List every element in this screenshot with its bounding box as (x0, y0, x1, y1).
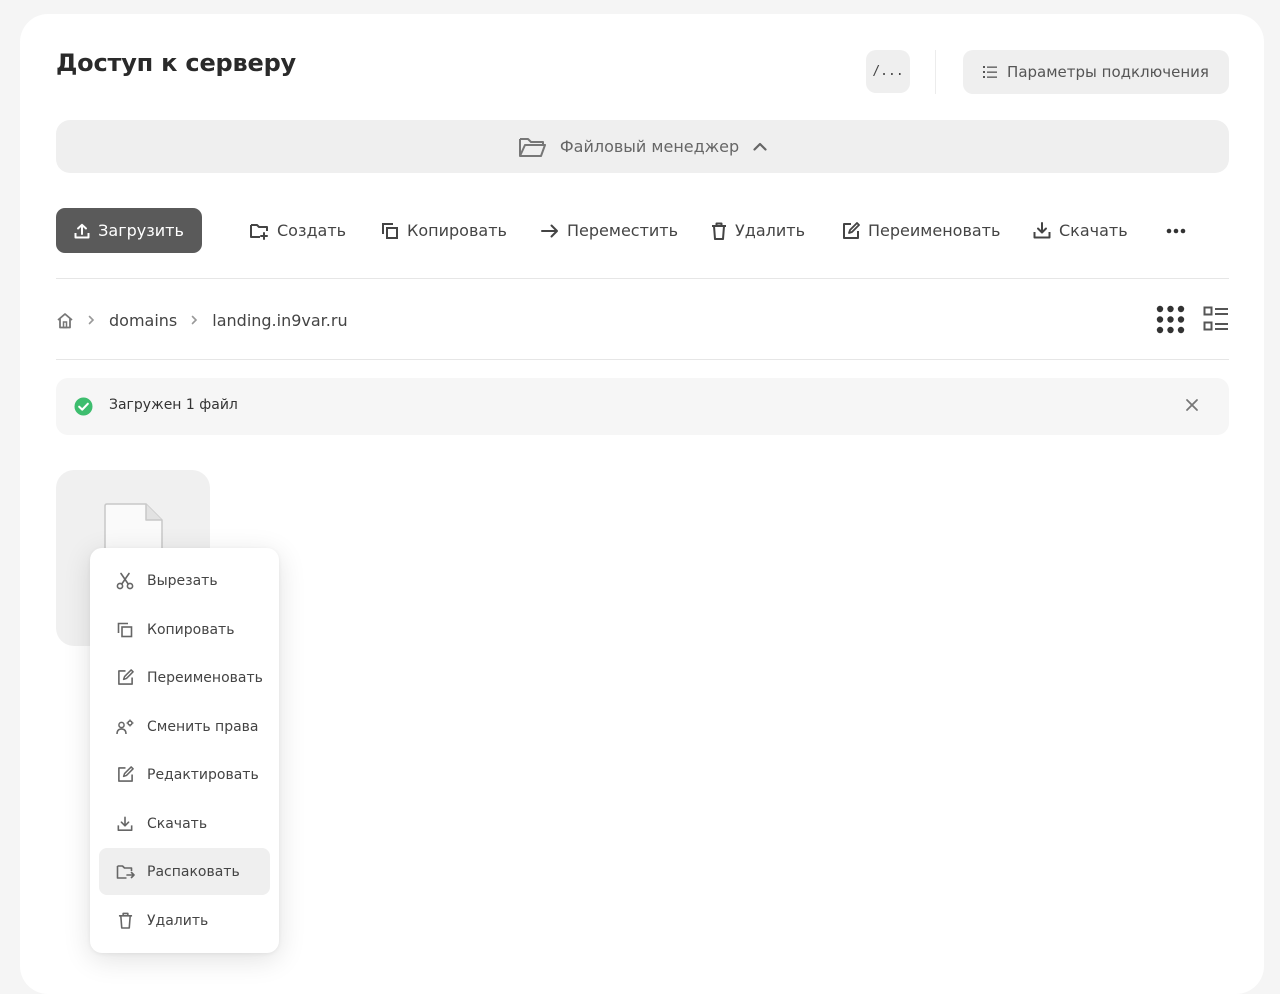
trash-icon (115, 911, 135, 931)
new-folder-icon (249, 222, 269, 240)
upload-notice: Загружен 1 файл (56, 378, 1229, 435)
more-button[interactable] (1164, 208, 1188, 253)
create-button[interactable]: Создать (249, 208, 346, 253)
menu-item-copy[interactable]: Копировать (99, 606, 270, 653)
breadcrumb-divider (56, 359, 1229, 360)
close-icon[interactable] (1185, 398, 1199, 412)
menu-item-label: Распаковать (147, 863, 240, 880)
folder-open-icon (518, 136, 546, 158)
context-menu: Вырезать Копировать Переименовать Сменит… (90, 548, 279, 953)
breadcrumb-item-domains[interactable]: domains (109, 311, 177, 330)
menu-item-edit[interactable]: Редактировать (99, 751, 270, 798)
create-label: Создать (277, 221, 347, 240)
terminal-icon: /... (872, 64, 904, 79)
rename-label: Переименовать (868, 221, 1001, 240)
breadcrumb-item-current[interactable]: landing.in9var.ru (212, 311, 347, 330)
breadcrumb: domains landing.in9var.ru (56, 305, 348, 335)
upload-icon (74, 223, 90, 239)
menu-item-cut[interactable]: Вырезать (99, 557, 270, 604)
grid-dots-icon (1156, 305, 1185, 334)
list-view-button[interactable] (1203, 306, 1229, 332)
file-toolbar: Загрузить Создать Копировать Переместить… (56, 208, 1229, 253)
connection-params-button[interactable]: Параметры подключения (963, 50, 1229, 94)
move-label: Переместить (567, 221, 679, 240)
upload-label: Загрузить (98, 221, 184, 240)
download-label: Скачать (1059, 221, 1128, 240)
chevron-right-icon (88, 315, 95, 325)
delete-label: Удалить (735, 221, 805, 240)
rename-icon (115, 668, 135, 688)
menu-item-permissions[interactable]: Сменить права (99, 703, 270, 750)
more-dots-icon (1166, 228, 1186, 234)
menu-item-download[interactable]: Скачать (99, 800, 270, 847)
menu-item-label: Скачать (147, 815, 208, 832)
menu-item-unpack[interactable]: Распаковать (99, 848, 270, 895)
menu-item-rename[interactable]: Переименовать (99, 654, 270, 701)
menu-item-label: Сменить права (147, 718, 259, 735)
terminal-button[interactable]: /... (866, 50, 910, 93)
delete-button[interactable]: Удалить (711, 208, 805, 253)
grid-view-button[interactable] (1156, 305, 1185, 334)
file-manager-toggle[interactable]: Файловый менеджер (56, 120, 1229, 173)
menu-item-label: Вырезать (147, 572, 218, 589)
home-icon[interactable] (56, 312, 74, 329)
file-manager-label: Файловый менеджер (559, 137, 740, 156)
copy-button[interactable]: Копировать (381, 208, 507, 253)
menu-item-label: Редактировать (147, 766, 259, 783)
upload-button[interactable]: Загрузить (56, 208, 202, 253)
rename-button[interactable]: Переименовать (842, 208, 1000, 253)
unpack-icon (115, 862, 135, 882)
page-title: Доступ к серверу (56, 49, 296, 77)
list-icon (983, 66, 998, 78)
scissors-icon (115, 571, 135, 591)
chevron-up-icon (753, 142, 767, 151)
permissions-icon (115, 717, 135, 737)
menu-item-label: Копировать (147, 621, 235, 638)
download-button[interactable]: Скачать (1033, 208, 1128, 253)
menu-item-label: Удалить (147, 912, 209, 929)
notice-text: Загружен 1 файл (109, 397, 238, 413)
download-icon (115, 814, 135, 834)
edit-icon (115, 765, 135, 785)
connection-params-label: Параметры подключения (1007, 63, 1209, 81)
rename-icon (842, 221, 860, 240)
header-divider (935, 50, 936, 94)
copy-label: Копировать (407, 221, 507, 240)
download-icon (1033, 222, 1051, 239)
menu-item-label: Переименовать (147, 669, 263, 686)
copy-icon (115, 620, 135, 640)
trash-icon (711, 222, 727, 240)
list-view-icon (1203, 306, 1229, 332)
menu-item-delete[interactable]: Удалить (99, 897, 270, 944)
chevron-right-icon (191, 315, 198, 325)
arrow-right-icon (541, 224, 559, 238)
copy-icon (381, 222, 399, 240)
move-button[interactable]: Переместить (541, 208, 678, 253)
toolbar-divider (56, 278, 1229, 279)
success-check-icon (74, 397, 93, 416)
